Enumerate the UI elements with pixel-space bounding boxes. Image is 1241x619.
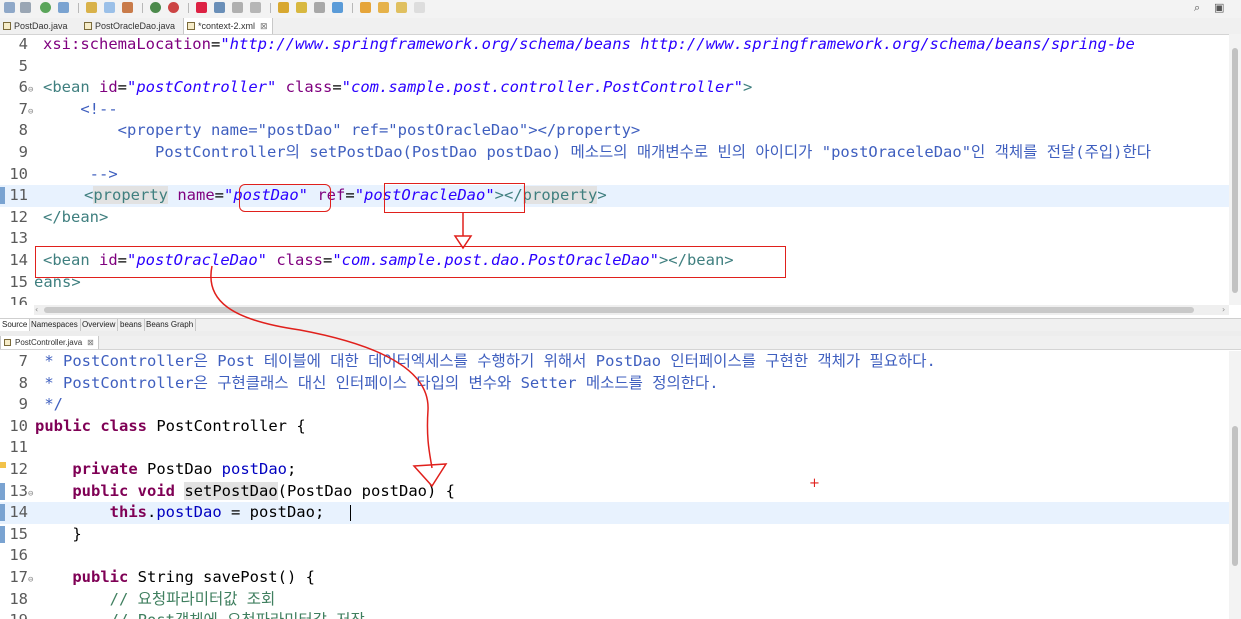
java-file-icon: [84, 22, 92, 30]
stop-icon[interactable]: [168, 2, 179, 13]
code-line: 10 public class PostController {: [9, 416, 306, 435]
code-line: 11: [9, 438, 28, 457]
refresh-icon[interactable]: [332, 2, 343, 13]
new-icon[interactable]: [214, 2, 225, 13]
print-icon[interactable]: [20, 2, 31, 13]
xml-horizontal-scrollbar[interactable]: ‹ ›: [34, 305, 1229, 315]
main-toolbar: ⌕ ▣: [0, 0, 1241, 18]
code-line: 15 }: [0, 524, 1230, 546]
java-vertical-scrollbar[interactable]: [1229, 351, 1241, 619]
annotation-box: [384, 183, 525, 213]
search-icon[interactable]: [278, 2, 289, 13]
text-cursor: [350, 505, 351, 522]
run-icon[interactable]: [150, 2, 161, 13]
code-line: 18 // 요청파라미터값 조회: [9, 589, 276, 608]
open-type-icon[interactable]: [232, 2, 243, 13]
annotation-circle: [239, 184, 331, 212]
java-file-icon: [4, 339, 11, 346]
package-icon[interactable]: [122, 2, 133, 13]
scroll-right-icon[interactable]: ›: [1222, 305, 1225, 314]
code-line: 16: [9, 294, 28, 305]
xml-file-icon: [187, 22, 195, 30]
tab-postdao-java[interactable]: PostDao.java: [0, 18, 72, 34]
error-icon[interactable]: [196, 2, 207, 13]
code-line: 12 private PostDao postDao;: [0, 459, 1230, 481]
xml-editor-page-tabs: Source Namespaces Overview beans Beans G…: [0, 318, 1241, 332]
close-icon[interactable]: ⊠: [87, 338, 94, 347]
navigate-back-icon[interactable]: [360, 2, 371, 13]
code-line: 8 <property name="postDao" ref="postOrac…: [18, 121, 641, 140]
edit-icon[interactable]: [314, 2, 325, 13]
code-line: 5: [18, 56, 28, 75]
perspective-icon[interactable]: ▣: [1214, 1, 1224, 14]
code-line: 17 ⊖ public String savePost() {: [0, 567, 1230, 589]
code-line: 13 ⊖ public void setPostDao(PostDao postD…: [0, 481, 1230, 503]
save-icon[interactable]: [4, 2, 15, 13]
editor-tab-bar: PostDao.java PostOracleDao.java *context…: [0, 18, 1241, 35]
navigate-forward-icon[interactable]: [378, 2, 389, 13]
tab-postcontroller-java[interactable]: PostController.java ⊠: [0, 336, 99, 349]
code-line: 11 <property name="postDao" ref="postOrac…: [0, 185, 1230, 207]
annotation-plus-mark: +: [809, 476, 820, 491]
tab-source[interactable]: Source: [0, 319, 31, 331]
java-file-icon: [3, 22, 11, 30]
code-line: 16: [9, 546, 28, 565]
code-line: 19 // Post객체에 요청파라미터값 저장: [0, 610, 1230, 619]
search-icon[interactable]: ⌕: [1194, 1, 1200, 15]
code-line: 9 PostController의 setPostDao(PostDao pos…: [18, 143, 1151, 161]
annotation-box: [35, 246, 786, 278]
code-line: 8 * PostController은 구현클래스 대신 인터페이스 타입의 변…: [18, 373, 719, 392]
tab-overview[interactable]: Overview: [80, 319, 119, 331]
code-line: 6 ⊖ <bean id="postController" class="com.s…: [0, 77, 1230, 99]
next-annotation-icon[interactable]: [396, 2, 407, 13]
tab-beans[interactable]: beans: [118, 319, 145, 331]
folder-icon[interactable]: [86, 2, 97, 13]
run-icon[interactable]: [40, 2, 51, 13]
code-line: 9 */: [18, 395, 63, 414]
open-resource-icon[interactable]: [250, 2, 261, 13]
code-line: 14 this.postDao = postDao;: [0, 502, 1230, 524]
debug-icon[interactable]: [58, 2, 69, 13]
java-editor-tab-bar: PostController.java ⊠: [0, 336, 1241, 350]
code-line: 7 ⊖ <!--: [0, 99, 1230, 121]
previous-annotation-icon[interactable]: [414, 2, 425, 13]
code-line: 12 </bean>: [9, 207, 109, 226]
java-editor[interactable]: 7 * PostController은 Post 테이블에 대한 데이터엑세스를…: [0, 351, 1241, 619]
code-line: 7 * PostController은 Post 테이블에 대한 데이터엑세스를…: [18, 352, 936, 370]
scroll-left-icon[interactable]: ‹: [35, 305, 38, 314]
window-icon[interactable]: [104, 2, 115, 13]
tab-beans-graph[interactable]: Beans Graph: [144, 319, 197, 331]
annotation-icon[interactable]: [296, 2, 307, 13]
tab-namespaces[interactable]: Namespaces: [29, 319, 81, 331]
code-line: 4 xsi:schemaLocation="http://www.springfr…: [18, 35, 1135, 53]
code-line: 10 -->: [9, 164, 118, 183]
xml-vertical-scrollbar[interactable]: [1229, 34, 1241, 305]
tab-postoracledao-java[interactable]: PostOracleDao.java: [81, 18, 179, 34]
close-icon[interactable]: ⊠: [260, 21, 268, 31]
tab-context-2-xml[interactable]: *context-2.xml ⊠: [183, 18, 273, 34]
